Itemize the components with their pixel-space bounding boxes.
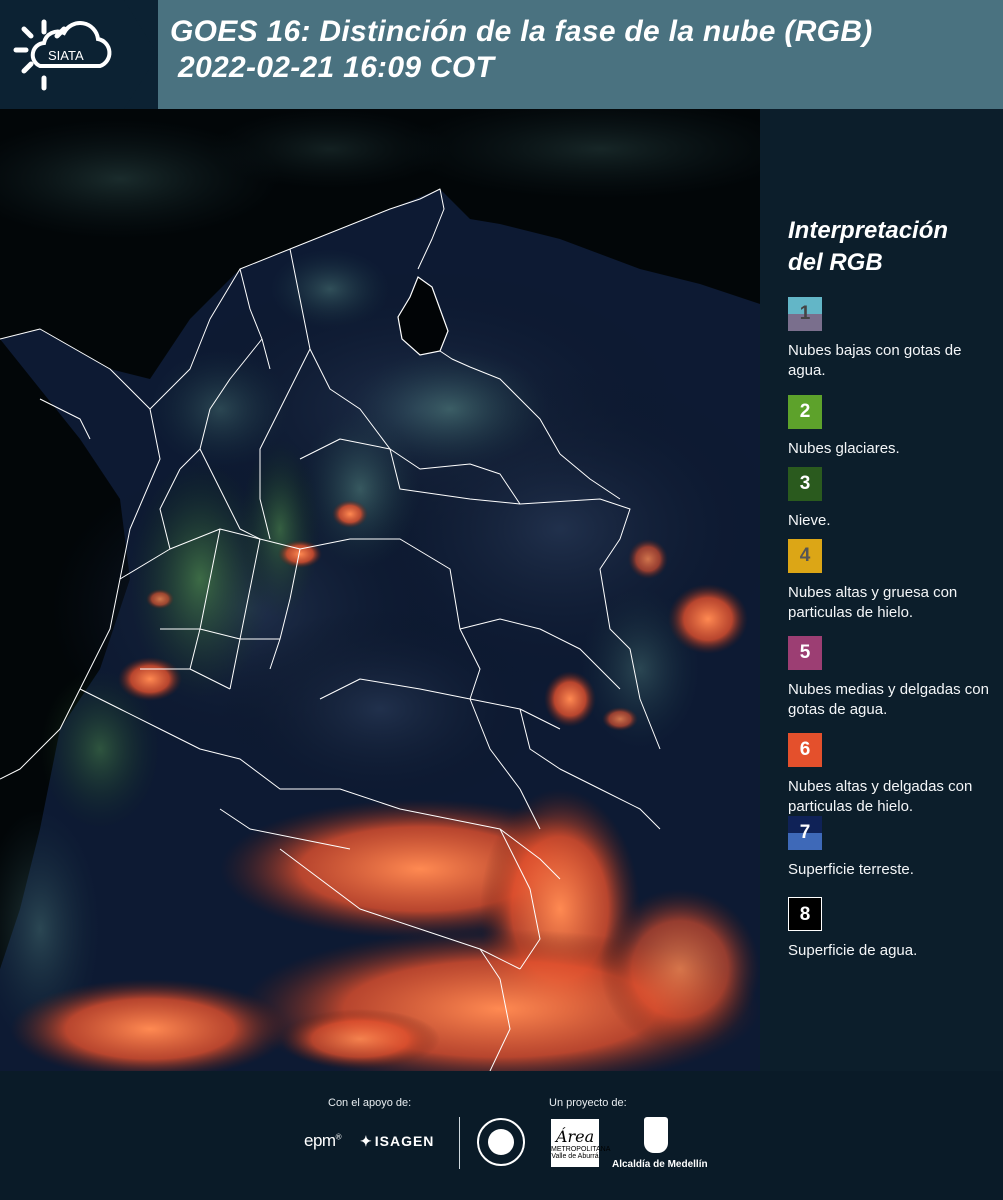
legend-label: Nubes glaciares. bbox=[788, 440, 900, 457]
title-datetime: 2022-02-21 16:09 COT bbox=[178, 51, 495, 84]
legend-item-1: 1 Nubes bajas con gotas de agua. bbox=[788, 297, 1000, 381]
legend-swatch-5: 5 bbox=[788, 636, 822, 670]
legend-number: 8 bbox=[799, 904, 811, 925]
area-metropolitana-logo: Área METROPOLITANA Valle de Aburrá bbox=[551, 1119, 610, 1167]
epm-logo: epm® bbox=[304, 1131, 342, 1150]
legend-number: 3 bbox=[799, 473, 811, 494]
siata-sun-cloud-icon: SIATA bbox=[13, 19, 112, 91]
legend-label: Nubes bajas con gotas de agua. bbox=[788, 342, 962, 379]
epm-logo-text: epm bbox=[304, 1131, 336, 1150]
isagen-logo: ✦ ISAGEN bbox=[360, 1133, 434, 1150]
legend-label: Superficie de agua. bbox=[788, 942, 918, 959]
support-label: Con el apoyo de: bbox=[328, 1097, 412, 1109]
legend-number: 4 bbox=[799, 545, 811, 566]
university-seal-logo bbox=[477, 1118, 525, 1166]
legend-item-3: 3 Nieve. bbox=[788, 467, 1000, 531]
area-logo-text: METROPOLITANA bbox=[551, 1146, 611, 1153]
legend-swatch-7: 7 bbox=[788, 816, 822, 850]
legend-swatch-3: 3 bbox=[788, 467, 822, 501]
legend-item-4: 4 Nubes altas y gruesa con particulas de … bbox=[788, 539, 1000, 623]
legend-number: 2 bbox=[799, 401, 811, 422]
medellin-crest-icon bbox=[644, 1117, 668, 1153]
legend-panel: Interpretación del RGB 1 Nubes bajas con … bbox=[760, 109, 1003, 1071]
legend-swatch-8: 8 bbox=[788, 897, 822, 931]
legend-item-8: 8 Superficie de agua. bbox=[788, 897, 1000, 961]
legend-number: 5 bbox=[799, 642, 811, 663]
legend-number: 1 bbox=[799, 303, 811, 324]
legend-item-7: 7 Superficie terreste. bbox=[788, 816, 1000, 880]
legend-number: 6 bbox=[799, 739, 811, 760]
satellite-map-image bbox=[0, 109, 760, 1071]
legend-swatch-6: 6 bbox=[788, 733, 822, 767]
legend-item-6: 6 Nubes altas y delgadas con particulas d… bbox=[788, 733, 1000, 817]
legend-swatch-4: 4 bbox=[788, 539, 822, 573]
medellin-label: Alcaldía de Medellín bbox=[612, 1159, 708, 1170]
area-logo-word: Área bbox=[555, 1127, 595, 1146]
legend-number: 7 bbox=[799, 822, 811, 843]
legend-label: Nubes medias y delgadas con gotas de agu… bbox=[788, 681, 989, 718]
siata-logo-text: SIATA bbox=[48, 48, 84, 63]
legend-item-2: 2 Nubes glaciares. bbox=[788, 395, 1000, 459]
project-label: Un proyecto de: bbox=[549, 1097, 627, 1109]
legend-label: Nieve. bbox=[788, 512, 831, 529]
legend-title: Interpretación del RGB bbox=[788, 217, 949, 276]
page-title: GOES 16: Distinción de la fase de la nub… bbox=[170, 14, 873, 86]
footer-divider bbox=[459, 1117, 460, 1169]
satellite-rgb-map bbox=[0, 109, 760, 1071]
legend-label: Nubes altas y gruesa con particulas de h… bbox=[788, 584, 958, 621]
area-logo-sub: Valle de Aburrá bbox=[551, 1153, 599, 1160]
header-arrow-shape bbox=[124, 0, 158, 109]
isagen-logo-text: ISAGEN bbox=[374, 1133, 435, 1149]
header-bar: SIATA GOES 16: Distinción de la fase de … bbox=[0, 0, 1003, 109]
legend-swatch-2: 2 bbox=[788, 395, 822, 429]
footer: Con el apoyo de: Un proyecto de: epm® ✦ I… bbox=[0, 1071, 1003, 1200]
legend-label: Superficie terreste. bbox=[788, 861, 914, 878]
legend-swatch-1: 1 bbox=[788, 297, 822, 331]
legend-label: Nubes altas y delgadas con particulas de… bbox=[788, 778, 973, 815]
title-product: GOES 16: Distinción de la fase de la nub… bbox=[170, 15, 873, 48]
isagen-mark-icon: ✦ bbox=[360, 1133, 373, 1149]
legend-item-5: 5 Nubes medias y delgadas con gotas de ag… bbox=[788, 636, 1000, 720]
